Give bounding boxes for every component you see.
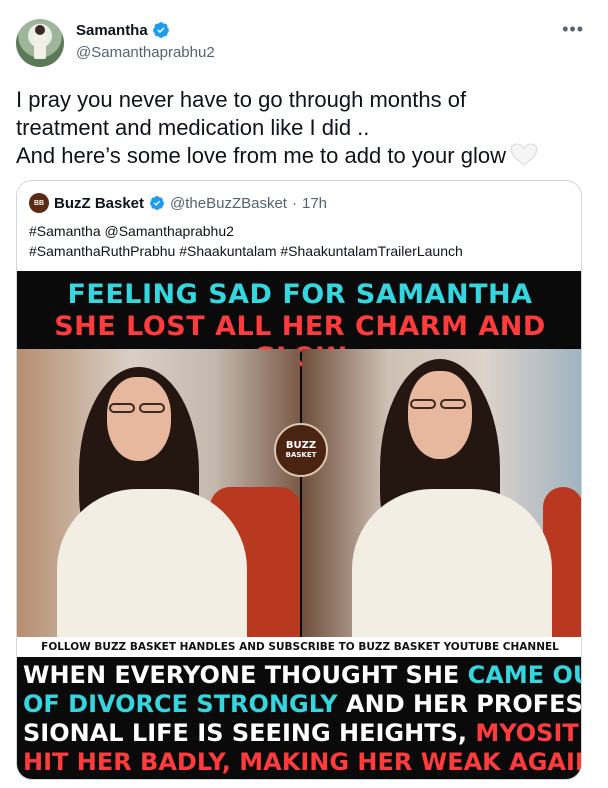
tweet-text-line-3-text: And here’s some love from me to add to y…: [16, 143, 506, 168]
avatar-head: [35, 25, 45, 35]
quoted-media-image[interactable]: FEELING SAD FOR SAMANTHA SHE LOST ALL HE…: [17, 271, 581, 779]
caption-segment: MYOSITIS: [475, 719, 581, 747]
author-name-row: Samantha: [76, 21, 170, 39]
dress-shape: [352, 489, 552, 637]
author-avatar[interactable]: [16, 19, 64, 67]
verified-badge-icon: [150, 196, 165, 210]
quoted-tweet-header: BB BuzZ Basket @theBuzZBasket · 17h: [29, 193, 327, 213]
tweet-text-line-3: And here’s some love from me to add to y…: [16, 142, 596, 170]
caption-segment: OF DIVORCE STRONGLY: [23, 690, 338, 718]
white-heart-icon: [510, 143, 538, 166]
dress-shape: [57, 489, 247, 637]
caption-segment: SIONAL LIFE IS SEEING HEIGHTS,: [23, 719, 476, 747]
dot-separator: ·: [291, 194, 297, 212]
media-caption: WHEN EVERYONE THOUGHT SHE CAME OUT OF DI…: [23, 661, 581, 777]
quoted-text-line: #SamanthaRuthPrabhu #Shaakuntalam #Shaak…: [29, 243, 463, 259]
quoted-text-line: #Samantha @Samanthaprabhu2: [29, 223, 234, 239]
glasses-shape: [410, 399, 436, 409]
quoted-timestamp[interactable]: 17h: [302, 195, 327, 212]
caption-segment: WHEN EVERYONE THOUGHT SHE: [23, 661, 468, 689]
caption-line-3: SIONAL LIFE IS SEEING HEIGHTS, MYOSITIS: [23, 719, 581, 748]
tweet-text-line: treatment and medication like I did ..: [16, 115, 370, 140]
media-headline-1: FEELING SAD FOR SAMANTHA: [67, 279, 533, 310]
quoted-author-avatar[interactable]: BB: [29, 193, 49, 213]
tweet-text: I pray you never have to go through mont…: [16, 86, 596, 170]
caption-line-1: WHEN EVERYONE THOUGHT SHE CAME OUT: [23, 661, 581, 690]
face-shape: [408, 371, 472, 459]
quoted-tweet-text: #Samantha @Samanthaprabhu2 #SamanthaRuth…: [29, 221, 463, 261]
author-handle[interactable]: @Samanthaprabhu2: [76, 44, 215, 61]
more-options-icon[interactable]: •••: [562, 20, 584, 38]
face-shape: [107, 377, 171, 461]
quoted-tweet[interactable]: BB BuzZ Basket @theBuzZBasket · 17h #Sam…: [16, 180, 582, 780]
tweet-text-line: I pray you never have to go through mont…: [16, 87, 467, 112]
tweet[interactable]: Samantha @Samanthaprabhu2 ••• I pray you…: [0, 0, 608, 788]
caption-line-4: HIT HER BADLY, MAKING HER WEAK AGAIN: [23, 748, 581, 777]
caption-segment: HIT HER BADLY, MAKING HER WEAK AGAIN: [23, 748, 582, 776]
media-follow-banner: FOLLOW BUZZ BASKET HANDLES AND SUBSCRIBE…: [17, 637, 581, 657]
media-photo-right: [302, 349, 581, 637]
caption-segment: CAME OUT: [467, 661, 581, 689]
author-name[interactable]: Samantha: [76, 22, 148, 39]
quoted-author-name[interactable]: BuzZ Basket: [54, 195, 144, 212]
glasses-shape: [440, 399, 466, 409]
buzz-basket-logo: BUZZ BASKET: [274, 423, 328, 477]
logo-text-2: BASKET: [285, 451, 317, 459]
verified-badge-icon: [152, 22, 169, 38]
quoted-author-handle[interactable]: @theBuzZBasket: [170, 195, 287, 212]
media-photo-left: [17, 349, 300, 637]
caption-line-2: OF DIVORCE STRONGLY AND HER PROFES-: [23, 690, 581, 719]
glasses-shape: [109, 403, 135, 413]
logo-text-1: BUZZ: [285, 440, 317, 451]
caption-segment: AND HER PROFES-: [337, 690, 582, 718]
glasses-shape: [139, 403, 165, 413]
